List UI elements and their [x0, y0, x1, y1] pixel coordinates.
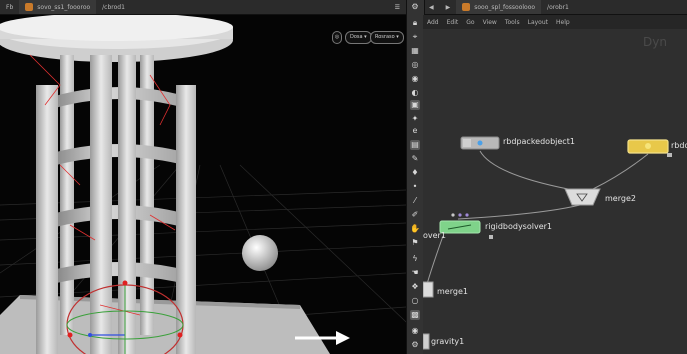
viewport-tab-menu-icon[interactable]: ☰	[389, 0, 406, 14]
display-options-button[interactable]: Dosa ▾	[345, 31, 372, 44]
forward-arrow-icon[interactable]: ▶	[440, 0, 457, 14]
network-tab-strip: ◀ ▶ sooo_spl_fossoolooo /orobr1	[423, 0, 687, 15]
eye-icon[interactable]: e	[410, 126, 420, 136]
houdini-icon	[462, 3, 471, 11]
gear-icon[interactable]: ⚙	[410, 2, 420, 12]
play-icon[interactable]: ◉	[410, 326, 420, 336]
tab-object-path[interactable]: /cbrod1	[96, 0, 131, 14]
drop-icon[interactable]: ❖	[410, 282, 420, 292]
network-menu-bar: Add Edit Go View Tools Layout Help	[423, 15, 687, 29]
label-rbdpackedobject: rbdpackedobject1	[503, 137, 575, 146]
label-gravity1: gravity1	[431, 337, 465, 346]
brush-icon[interactable]: ✎	[410, 154, 420, 164]
tab-network-path[interactable]: /orobr1	[541, 0, 575, 14]
bolt-icon[interactable]: ϟ	[410, 254, 420, 264]
view-options-icon[interactable]: ◎	[332, 31, 342, 44]
camera-icon[interactable]: ◐	[410, 88, 420, 98]
tab-scene-file[interactable]: sovo_ss1_foooroo	[19, 0, 97, 14]
menu-layout[interactable]: Layout	[528, 19, 548, 26]
render-icon[interactable]: ▩	[410, 310, 420, 320]
houdini-icon	[25, 3, 34, 11]
menu-help[interactable]: Help	[556, 19, 570, 26]
label-rigidbodysolver: rigidbodysolver1	[485, 222, 552, 231]
back-arrow-icon[interactable]: ◀	[423, 0, 440, 14]
tab-network-file[interactable]: sooo_spl_fossoolooo	[456, 0, 542, 14]
label-solver-left: over1	[423, 231, 446, 240]
hand-grab-icon[interactable]: ☚	[410, 268, 420, 278]
node-rbdo[interactable]	[627, 139, 672, 157]
ring-icon[interactable]: ○	[410, 296, 420, 306]
scene-viewport[interactable]: ◎ Dosa ▾ Rosraso ▾	[0, 15, 406, 354]
node-gravity1[interactable]	[423, 333, 430, 350]
node-graph	[423, 136, 672, 350]
network-watermark: Dyn	[643, 35, 667, 49]
node-wires	[426, 150, 649, 285]
shading-mode-button[interactable]: Rosraso ▾	[370, 31, 404, 44]
paint-icon[interactable]: ♦	[410, 168, 420, 178]
grid-icon[interactable]: ▦	[410, 46, 420, 56]
settings-icon[interactable]: ⚙	[410, 340, 420, 350]
dot-icon[interactable]: •	[410, 182, 420, 192]
light-icon[interactable]: ✦	[410, 114, 420, 124]
label-merge1: merge1	[437, 287, 468, 296]
label-rbdo: rbdo	[671, 141, 687, 150]
flag-icon[interactable]: ⚑	[410, 238, 420, 248]
snap-icon[interactable]: ◎	[410, 60, 420, 70]
menu-edit[interactable]: Edit	[447, 19, 459, 26]
sphere-object	[242, 235, 278, 271]
menu-go[interactable]: Go	[466, 19, 474, 26]
tab-fb[interactable]: Fb	[0, 0, 19, 14]
node-merge2[interactable]	[564, 188, 601, 206]
node-rbdpackedobject[interactable]	[460, 136, 500, 150]
menu-add[interactable]: Add	[427, 19, 439, 26]
label-merge2: merge2	[605, 194, 636, 203]
viewport-scene	[0, 15, 406, 354]
wand-icon[interactable]: ⁄	[410, 196, 420, 206]
pin-icon[interactable]: ⌖	[410, 32, 420, 42]
hand-icon[interactable]: ✋	[410, 224, 420, 234]
lock-icon[interactable]: 🔒︎	[410, 18, 420, 28]
node-merge1[interactable]	[423, 281, 434, 298]
select-icon[interactable]: ▣	[410, 100, 420, 110]
edit-icon[interactable]: ✐	[410, 210, 420, 220]
menu-tools[interactable]: Tools	[505, 19, 520, 26]
viewport-tab-strip: Fb sovo_ss1_foooroo /cbrod1 ☰	[0, 0, 406, 15]
menu-view[interactable]: View	[483, 19, 497, 26]
layout-icon[interactable]: ▤	[410, 140, 420, 150]
network-editor[interactable]: Dyn rbdpackedobject1 rbdo merge2 rigidbo…	[423, 29, 687, 354]
target-icon[interactable]: ◉	[410, 74, 420, 84]
